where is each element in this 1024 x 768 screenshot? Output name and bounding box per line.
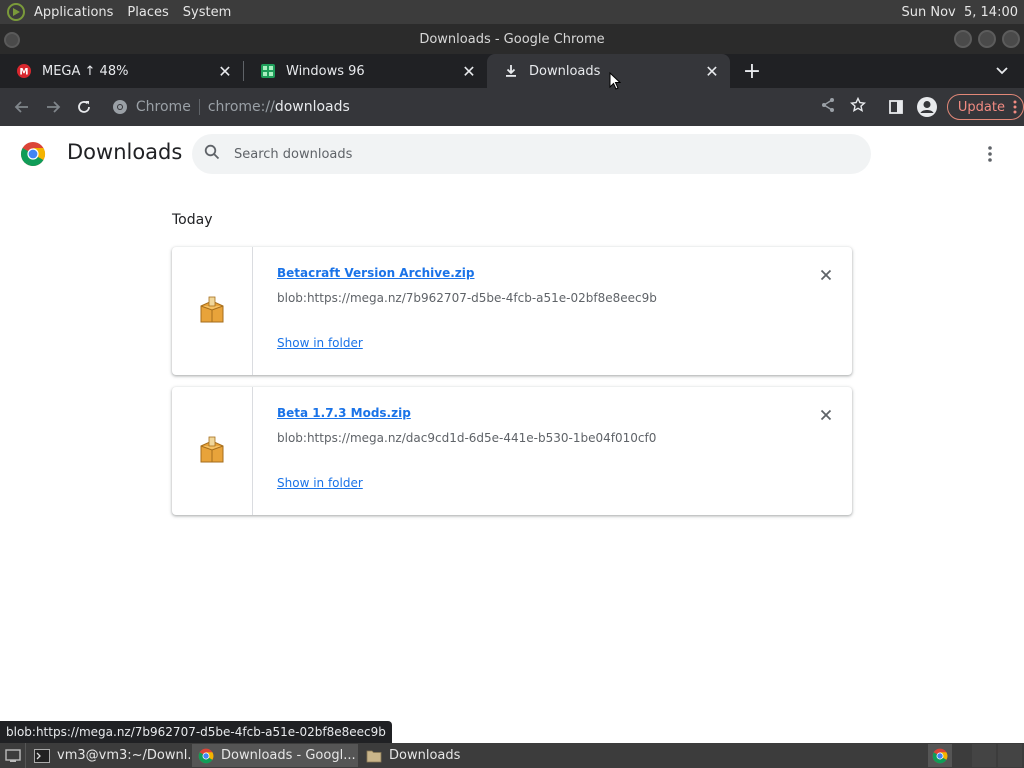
tab-windows96[interactable]: Windows 96 ✕ [244, 54, 487, 88]
new-tab-plus-icon[interactable]: + [738, 57, 766, 85]
url-host: downloads [274, 99, 350, 115]
remove-close-icon[interactable] [816, 265, 836, 285]
window-titlebar[interactable]: Downloads - Google Chrome [0, 24, 1024, 54]
folder-icon [366, 748, 382, 764]
tab-close-icon[interactable]: ✕ [461, 62, 477, 81]
site-chip-label: Chrome [135, 99, 191, 115]
windows96-icon [260, 63, 276, 79]
profile-avatar-icon[interactable] [914, 93, 941, 121]
share-icon[interactable] [820, 97, 836, 117]
top-panel: Applications Places System Sun Nov 5, 14… [0, 0, 1024, 24]
svg-text:M: M [20, 68, 29, 78]
omnibox-separator [198, 99, 200, 115]
url-scheme: chrome:// [207, 99, 275, 115]
task-label: Downloads - Googl... [221, 748, 356, 763]
system-tray [928, 743, 1024, 768]
remove-close-icon[interactable] [816, 405, 836, 425]
file-icon-column [172, 247, 253, 375]
archive-file-icon [200, 296, 224, 323]
tab-strip: M MEGA ↑ 48% ✕ Windows 96 ✕ Downloads ✕ … [0, 54, 1024, 88]
show-in-folder-link[interactable]: Show in folder [277, 476, 363, 490]
taskbar-item-terminal[interactable]: vm3@vm3:~/Downl... [28, 744, 190, 767]
tab-title: Windows 96 [286, 63, 365, 79]
tab-title: MEGA ↑ 48% [42, 63, 129, 79]
file-source-url[interactable]: blob:https://mega.nz/7b962707-d5be-4fcb-… [277, 291, 657, 305]
archive-file-icon [200, 436, 224, 463]
menu-system[interactable]: System [183, 5, 231, 20]
menu-applications[interactable]: Applications [34, 5, 113, 20]
workspace-switcher-1[interactable] [972, 744, 996, 767]
tab-mega[interactable]: M MEGA ↑ 48% ✕ [0, 54, 243, 88]
show-in-folder-link[interactable]: Show in folder [277, 336, 363, 350]
forward-arrow-icon[interactable] [39, 93, 66, 121]
minimize-icon[interactable] [954, 30, 972, 48]
tab-search-chevron-down-icon[interactable] [994, 63, 1010, 79]
side-panel-icon[interactable] [882, 93, 909, 121]
downloads-page: Downloads Today Betacraft Version Archiv… [0, 126, 1024, 743]
more-options-icon[interactable] [978, 142, 1002, 166]
window-title: Downloads - Google Chrome [419, 31, 605, 47]
download-item: Betacraft Version Archive.zip blob:https… [172, 247, 852, 375]
update-button[interactable]: Update [946, 94, 1024, 120]
reload-icon[interactable] [71, 93, 98, 121]
page-title: Downloads [67, 140, 183, 164]
download-item: Beta 1.7.3 Mods.zip blob:https://mega.nz… [172, 387, 852, 515]
close-window-icon[interactable] [1002, 30, 1020, 48]
file-name-link[interactable]: Beta 1.7.3 Mods.zip [277, 406, 411, 420]
chrome-icon [112, 100, 127, 114]
task-label: vm3@vm3:~/Downl... [57, 748, 190, 763]
search-downloads-box[interactable] [192, 134, 871, 174]
panel-clock[interactable]: Sun Nov 5, 14:00 [902, 5, 1019, 20]
browser-toolbar: Chrome chrome://downloads Update [0, 88, 1024, 126]
chrome-logo-icon [20, 141, 46, 167]
maximize-icon[interactable] [978, 30, 996, 48]
taskbar-item-folder[interactable]: Downloads [360, 744, 480, 767]
file-name-link[interactable]: Betacraft Version Archive.zip [277, 266, 474, 280]
tab-close-icon[interactable]: ✕ [704, 62, 720, 81]
update-label: Update [957, 99, 1005, 115]
menu-places[interactable]: Places [127, 5, 168, 20]
file-icon-column [172, 387, 253, 515]
search-input[interactable] [234, 146, 834, 162]
window-menu-icon[interactable] [4, 32, 20, 48]
mega-icon: M [16, 63, 32, 79]
bottom-taskbar: vm3@vm3:~/Downl... Downloads - Googl... … [0, 743, 1024, 768]
download-icon [503, 63, 519, 79]
search-icon [204, 144, 220, 164]
chrome-icon [198, 748, 214, 764]
more-vert-icon [1013, 100, 1017, 114]
applications-logo-icon[interactable] [6, 2, 26, 22]
site-info-chip[interactable]: Chrome [112, 99, 191, 115]
link-status-bubble: blob:https://mega.nz/7b962707-d5be-4fcb-… [0, 721, 392, 743]
task-label: Downloads [389, 748, 461, 763]
tab-close-icon[interactable]: ✕ [217, 62, 233, 81]
date-section-header: Today [172, 212, 213, 228]
bookmark-star-icon[interactable] [850, 96, 867, 117]
terminal-icon [34, 748, 50, 764]
taskbar-item-chrome[interactable]: Downloads - Googl... [192, 744, 358, 767]
address-bar[interactable]: Chrome chrome://downloads [104, 92, 874, 122]
mouse-cursor-icon [609, 72, 621, 90]
file-source-url[interactable]: blob:https://mega.nz/dac9cd1d-6d5e-441e-… [277, 431, 656, 445]
show-desktop-icon[interactable] [0, 743, 26, 768]
back-arrow-icon[interactable] [8, 93, 35, 121]
tray-chrome-icon[interactable] [928, 744, 952, 767]
workspace-switcher-2[interactable] [998, 744, 1022, 767]
